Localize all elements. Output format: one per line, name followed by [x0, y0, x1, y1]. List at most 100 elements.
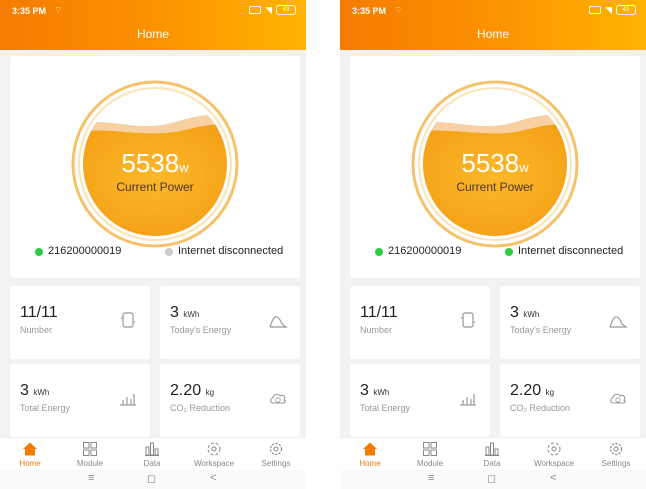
- grid-icon: [83, 442, 97, 456]
- tab-settings[interactable]: Settings: [248, 441, 304, 468]
- menu-icon[interactable]: ≡: [88, 472, 94, 484]
- internet-status-dot: [505, 248, 513, 256]
- status-icons: ◥ 43: [249, 5, 296, 15]
- current-power-label: Current Power: [456, 180, 534, 194]
- battery-icon: 43: [276, 5, 296, 15]
- today-energy-card[interactable]: 3 kWh Today's Energy: [500, 286, 640, 359]
- co2-cloud-icon: [270, 393, 286, 404]
- number-label: Number: [20, 325, 53, 335]
- current-power-label: Current Power: [116, 180, 194, 194]
- data-chart-icon: [145, 442, 159, 456]
- device-id: 216200000019: [48, 245, 122, 257]
- current-power-card[interactable]: 5538w Current Power 216200000019 Interne…: [10, 56, 300, 278]
- total-energy-value: 3 kWh: [360, 382, 390, 399]
- bar-chart-icon: [460, 394, 476, 406]
- power-gauge: 5538w Current Power: [65, 74, 245, 254]
- energy-curve-icon: [269, 316, 288, 328]
- battery-icon: 43: [616, 5, 636, 15]
- connection-status-row: 216200000019 Internet disconnected: [350, 244, 640, 260]
- home-icon: [363, 442, 377, 456]
- total-energy-label: Total Energy: [360, 403, 411, 413]
- number-card[interactable]: 11/11 Number: [350, 286, 490, 359]
- total-energy-value: 3 kWh: [20, 382, 50, 399]
- device-status-dot: [375, 248, 383, 256]
- number-label: Number: [360, 325, 393, 335]
- tab-label: Data: [143, 459, 161, 468]
- co2-value: 2.20 kg: [170, 382, 215, 399]
- wifi-signal-icon: ⌔: [394, 5, 403, 15]
- tab-module[interactable]: Module: [402, 441, 458, 468]
- page-title: Home: [136, 27, 169, 41]
- tab-label: Data: [483, 459, 501, 468]
- status-icons: ◥ 43: [589, 5, 636, 15]
- co2-reduction-card[interactable]: 2.20 kg CO₂ Reduction: [160, 364, 300, 437]
- number-value: 11/11: [360, 304, 398, 321]
- today-energy-label: Today's Energy: [170, 325, 232, 335]
- workspace-icon: [547, 442, 561, 456]
- tab-data[interactable]: Data: [124, 441, 180, 468]
- tab-data[interactable]: Data: [464, 441, 520, 468]
- wifi-icon: ◥: [605, 4, 612, 15]
- home-icon: [23, 442, 37, 456]
- co2-cloud-icon: [610, 393, 626, 404]
- co2-reduction-card[interactable]: 2.20 kg CO₂ Reduction: [500, 364, 640, 437]
- tab-home[interactable]: Home: [2, 441, 58, 468]
- energy-curve-icon: [609, 316, 628, 328]
- power-gauge: 5538w Current Power: [405, 74, 585, 254]
- phone-screen-left: 3:35 PM ⌔ ◥ 43 Home 5538w Current Power …: [0, 0, 306, 489]
- co2-label: CO₂ Reduction: [170, 403, 231, 413]
- circle-home-icon[interactable]: ◻: [487, 472, 496, 485]
- tab-settings[interactable]: Settings: [588, 441, 644, 468]
- bottom-tab-bar: Home Module Data Workspace Settings: [0, 437, 306, 470]
- total-energy-card[interactable]: 3 kWh Total Energy: [10, 364, 150, 437]
- tab-label: Settings: [261, 459, 291, 468]
- tab-label: Workspace: [194, 459, 234, 468]
- tab-label: Settings: [601, 459, 631, 468]
- today-energy-value: 3 kWh: [170, 304, 200, 321]
- device-id: 216200000019: [388, 245, 462, 257]
- status-time: 3:35 PM: [352, 6, 387, 16]
- tab-label: Module: [76, 459, 104, 468]
- total-energy-card[interactable]: 3 kWh Total Energy: [350, 364, 490, 437]
- menu-icon[interactable]: ≡: [428, 472, 434, 484]
- tab-label: Module: [416, 459, 444, 468]
- system-nav-bar: ≡ ◻ <: [340, 470, 646, 489]
- workspace-icon: [207, 442, 221, 456]
- bar-chart-icon: [120, 394, 136, 406]
- phone-screen-right: 3:35 PM ⌔ ◥ 43 Home 5538w Current Power …: [340, 0, 646, 489]
- page-title: Home: [476, 27, 509, 41]
- tab-module[interactable]: Module: [62, 441, 118, 468]
- circle-home-icon[interactable]: ◻: [147, 472, 156, 485]
- data-chart-icon: [485, 442, 499, 456]
- today-energy-label: Today's Energy: [510, 325, 572, 335]
- grid-icon: [423, 442, 437, 456]
- status-time: 3:35 PM: [12, 6, 47, 16]
- gear-icon: [609, 442, 623, 456]
- today-energy-value: 3 kWh: [510, 304, 540, 321]
- current-power-card[interactable]: 5538w Current Power 216200000019 Interne…: [350, 56, 640, 278]
- co2-label: CO₂ Reduction: [510, 403, 571, 413]
- number-value: 11/11: [20, 304, 58, 321]
- tab-home[interactable]: Home: [342, 441, 398, 468]
- tab-label: Workspace: [534, 459, 574, 468]
- tab-label: Home: [19, 459, 41, 468]
- current-power-value: 5538w: [121, 148, 189, 178]
- gear-icon: [269, 442, 283, 456]
- bottom-tab-bar: Home Module Data Workspace Settings: [340, 437, 646, 470]
- sim-card-icon: [589, 6, 602, 14]
- today-energy-card[interactable]: 3 kWh Today's Energy: [160, 286, 300, 359]
- internet-status-label: Internet disconnected: [178, 245, 284, 257]
- number-card[interactable]: 11/11 Number: [10, 286, 150, 359]
- header-bar: 3:35 PM ⌔ ◥ 43 Home: [0, 0, 306, 50]
- back-icon[interactable]: <: [210, 472, 216, 484]
- tab-workspace[interactable]: Workspace: [526, 441, 582, 468]
- back-icon[interactable]: <: [550, 472, 556, 484]
- internet-status-dot: [165, 248, 173, 256]
- co2-value: 2.20 kg: [510, 382, 555, 399]
- system-nav-bar: ≡ ◻ <: [0, 470, 306, 489]
- current-power-value: 5538w: [461, 148, 529, 178]
- wifi-signal-icon: ⌔: [54, 5, 63, 15]
- internet-status-label: Internet disconnected: [518, 245, 624, 257]
- tab-workspace[interactable]: Workspace: [186, 441, 242, 468]
- inverter-module-icon: [121, 312, 135, 328]
